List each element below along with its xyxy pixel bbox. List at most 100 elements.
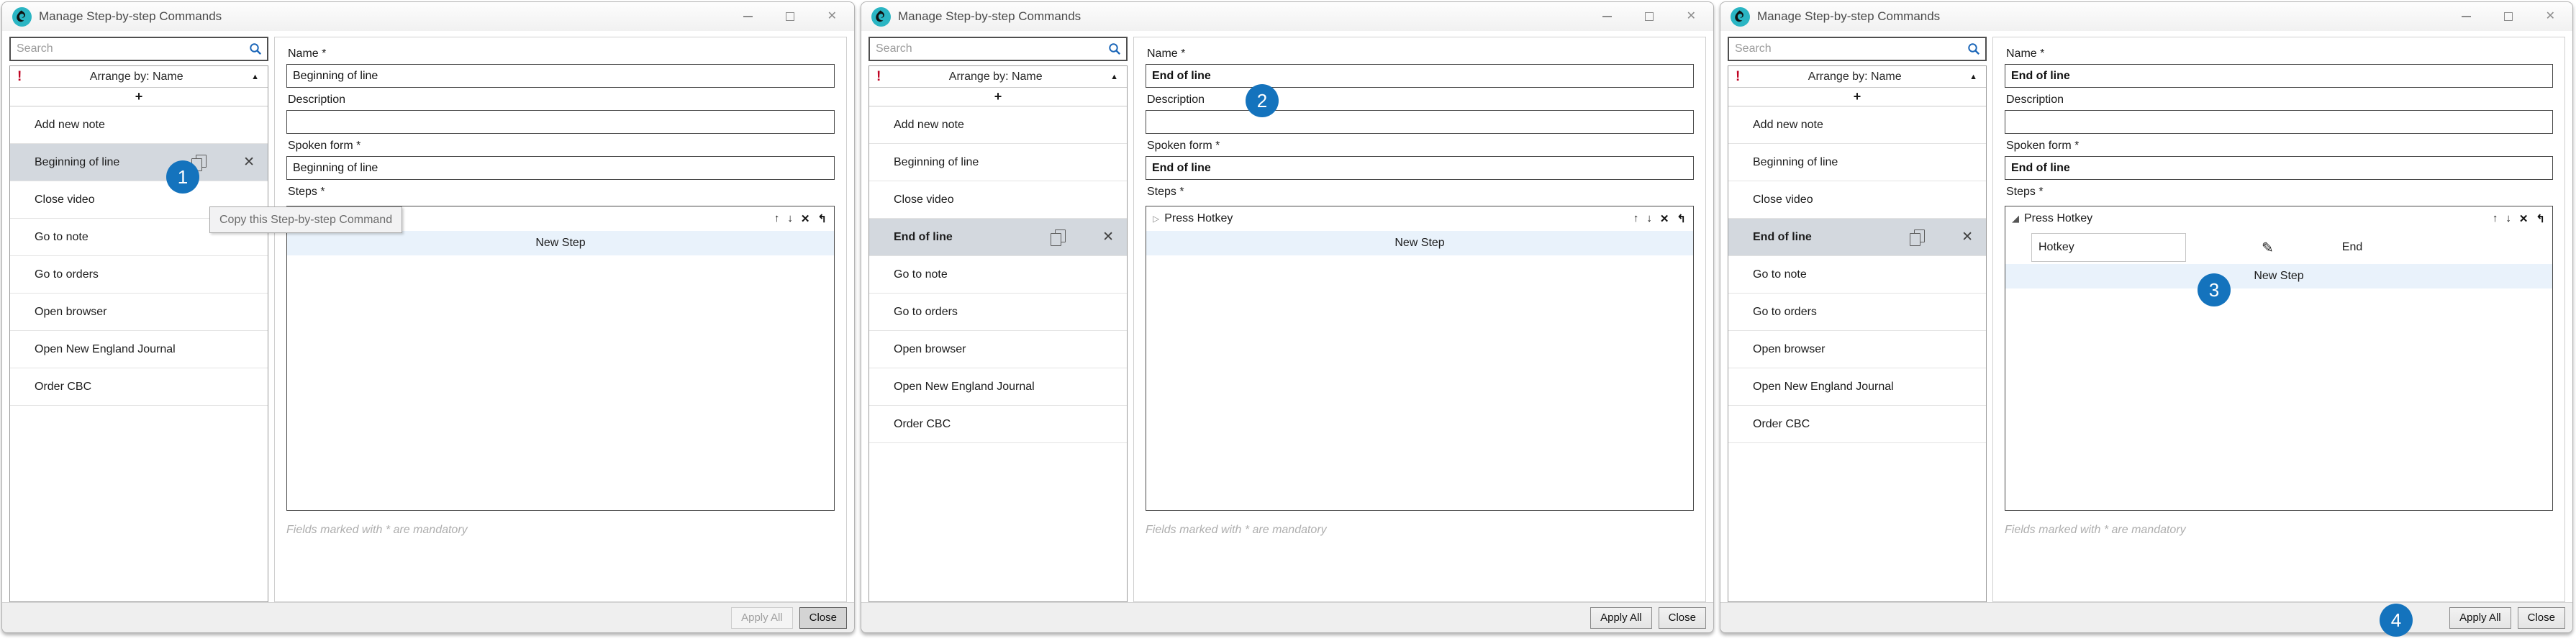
maximize-button[interactable] (786, 12, 794, 21)
arrange-header[interactable]: ! Arrange by: Name ▲ (10, 66, 268, 88)
delete-command-icon[interactable]: ✕ (1962, 229, 1973, 245)
edit-pencil-icon[interactable]: ✎ (2262, 239, 2274, 257)
remove-step-icon[interactable]: ✕ (801, 212, 810, 225)
apply-all-button[interactable]: Apply All (2449, 607, 2511, 629)
list-item[interactable]: Beginning of line ✕ (10, 144, 268, 181)
close-button[interactable]: Close (1659, 607, 1706, 629)
remove-step-icon[interactable]: ✕ (2519, 212, 2529, 225)
description-field[interactable] (1146, 110, 1694, 134)
maximize-button[interactable] (1645, 12, 1654, 21)
list-item[interactable]: Close video ✕ (1728, 181, 1986, 219)
list-item-label: Order CBC (10, 381, 91, 394)
description-field[interactable] (2005, 110, 2553, 134)
manage-commands-window: Manage Step-by-step Commands ✕ ! (861, 1, 1714, 633)
minimize-button[interactable] (2462, 16, 2471, 17)
list-item[interactable]: Go to note ✕ (1728, 256, 1986, 294)
steps-list: ▷ Press Hotkey ↑ ↓ ✕ ↰ New Step (286, 206, 835, 511)
steps-label: Steps * (1147, 186, 1694, 199)
move-step-up-icon[interactable]: ↑ (2493, 212, 2498, 225)
spoken-form-field[interactable] (286, 156, 835, 180)
step-press-hotkey[interactable]: ◢ Press Hotkey ↑ ↓ ✕ ↰ (2005, 206, 2552, 231)
manage-commands-window: Manage Step-by-step Commands ✕ ! (1720, 1, 2573, 633)
expander-icon[interactable]: ▷ (1153, 214, 1159, 224)
list-item[interactable]: Beginning of line ✕ (869, 144, 1127, 181)
list-item[interactable]: Open browser ✕ (10, 294, 268, 331)
list-item-label: Go to note (869, 268, 948, 281)
list-item[interactable]: End of line ✕ (1728, 219, 1986, 256)
list-item[interactable]: Go to orders ✕ (869, 294, 1127, 331)
list-item[interactable]: Open New England Journal ✕ (10, 331, 268, 368)
spoken-form-field[interactable] (2005, 156, 2553, 180)
expander-icon[interactable]: ◢ (2012, 213, 2019, 224)
command-list-pane: ! Arrange by: Name ▲ + Add new note ✕ (9, 37, 268, 602)
name-field[interactable] (1146, 64, 1694, 88)
spoken-form-field[interactable] (1146, 156, 1694, 180)
close-window-button[interactable]: ✕ (2546, 11, 2555, 22)
steps-label: Steps * (2006, 186, 2553, 199)
list-item[interactable]: Open New England Journal ✕ (1728, 368, 1986, 406)
hotkey-field[interactable]: Hotkey (2031, 233, 2186, 262)
list-item[interactable]: Add new note ✕ (10, 106, 268, 144)
move-step-down-icon[interactable]: ↓ (1646, 212, 1652, 225)
minimize-button[interactable] (1602, 16, 1612, 17)
minimize-button[interactable] (743, 16, 753, 17)
list-item[interactable]: Open browser ✕ (869, 331, 1127, 368)
close-window-button[interactable]: ✕ (827, 11, 837, 22)
minimize-icon (2462, 16, 2471, 17)
search-input[interactable] (869, 37, 1128, 61)
name-field[interactable] (2005, 64, 2553, 88)
list-item[interactable]: Order CBC ✕ (1728, 406, 1986, 443)
undo-step-icon[interactable]: ↰ (1677, 212, 1686, 225)
list-item[interactable]: Add new note ✕ (869, 106, 1127, 144)
list-item[interactable]: Beginning of line ✕ (1728, 144, 1986, 181)
list-item[interactable]: Order CBC ✕ (10, 368, 268, 406)
list-item[interactable]: Open browser ✕ (1728, 331, 1986, 368)
remove-step-icon[interactable]: ✕ (1660, 212, 1669, 225)
copy-command-icon[interactable] (1051, 229, 1065, 245)
list-item[interactable]: Add new note ✕ (1728, 106, 1986, 144)
add-command-button[interactable]: + (869, 88, 1127, 106)
close-button[interactable]: Close (799, 607, 847, 629)
description-field[interactable] (286, 110, 835, 134)
search-input[interactable] (1728, 37, 1987, 61)
move-step-up-icon[interactable]: ↑ (1633, 212, 1639, 225)
move-step-up-icon[interactable]: ↑ (774, 212, 780, 225)
step-press-hotkey[interactable]: ▷ Press Hotkey ↑ ↓ ✕ ↰ (1146, 206, 1693, 231)
new-step-button[interactable]: New Step (2005, 264, 2552, 288)
close-button[interactable]: Close (2518, 607, 2565, 629)
delete-command-icon[interactable]: ✕ (1102, 229, 1114, 245)
arrange-header[interactable]: ! Arrange by: Name ▲ (1728, 66, 1986, 88)
command-list-pane: ! Arrange by: Name ▲ + Add new note ✕ (869, 37, 1128, 602)
list-item[interactable]: Go to orders ✕ (1728, 294, 1986, 331)
window-content: ! Arrange by: Name ▲ + Add new note ✕ (2, 31, 854, 602)
undo-step-icon[interactable]: ↰ (817, 212, 827, 225)
list-item[interactable]: Go to orders ✕ (10, 256, 268, 294)
list-item[interactable]: Go to note ✕ (869, 256, 1127, 294)
add-command-button[interactable]: + (10, 88, 268, 106)
list-item-label: Open browser (10, 306, 107, 319)
new-step-button[interactable]: New Step (287, 231, 834, 255)
list-item-label: End of line (1728, 231, 1812, 244)
new-step-button[interactable]: New Step (1146, 231, 1693, 255)
command-detail-pane: Name * Description Spoken form * Steps *… (1133, 37, 1706, 602)
move-step-down-icon[interactable]: ↓ (787, 212, 793, 225)
copy-command-icon[interactable] (1910, 229, 1924, 245)
step-title: Press Hotkey (1164, 212, 1233, 225)
add-command-button[interactable]: + (1728, 88, 1986, 106)
window-title: Manage Step-by-step Commands (1757, 9, 1940, 24)
undo-step-icon[interactable]: ↰ (2536, 212, 2545, 225)
apply-all-button[interactable]: Apply All (1590, 607, 1652, 629)
list-item[interactable]: End of line ✕ (869, 219, 1127, 256)
search-input[interactable] (9, 37, 268, 61)
arrange-header[interactable]: ! Arrange by: Name ▲ (869, 66, 1127, 88)
list-item[interactable]: Open New England Journal ✕ (869, 368, 1127, 406)
name-field[interactable] (286, 64, 835, 88)
close-icon: ✕ (1687, 11, 1696, 22)
list-item[interactable]: Close video ✕ (869, 181, 1127, 219)
move-step-down-icon[interactable]: ↓ (2505, 212, 2511, 225)
list-item[interactable]: Order CBC ✕ (869, 406, 1127, 443)
maximize-button[interactable] (2504, 12, 2513, 21)
apply-all-button[interactable]: Apply All (731, 607, 793, 629)
delete-command-icon[interactable]: ✕ (243, 154, 255, 171)
close-window-button[interactable]: ✕ (1687, 11, 1696, 22)
